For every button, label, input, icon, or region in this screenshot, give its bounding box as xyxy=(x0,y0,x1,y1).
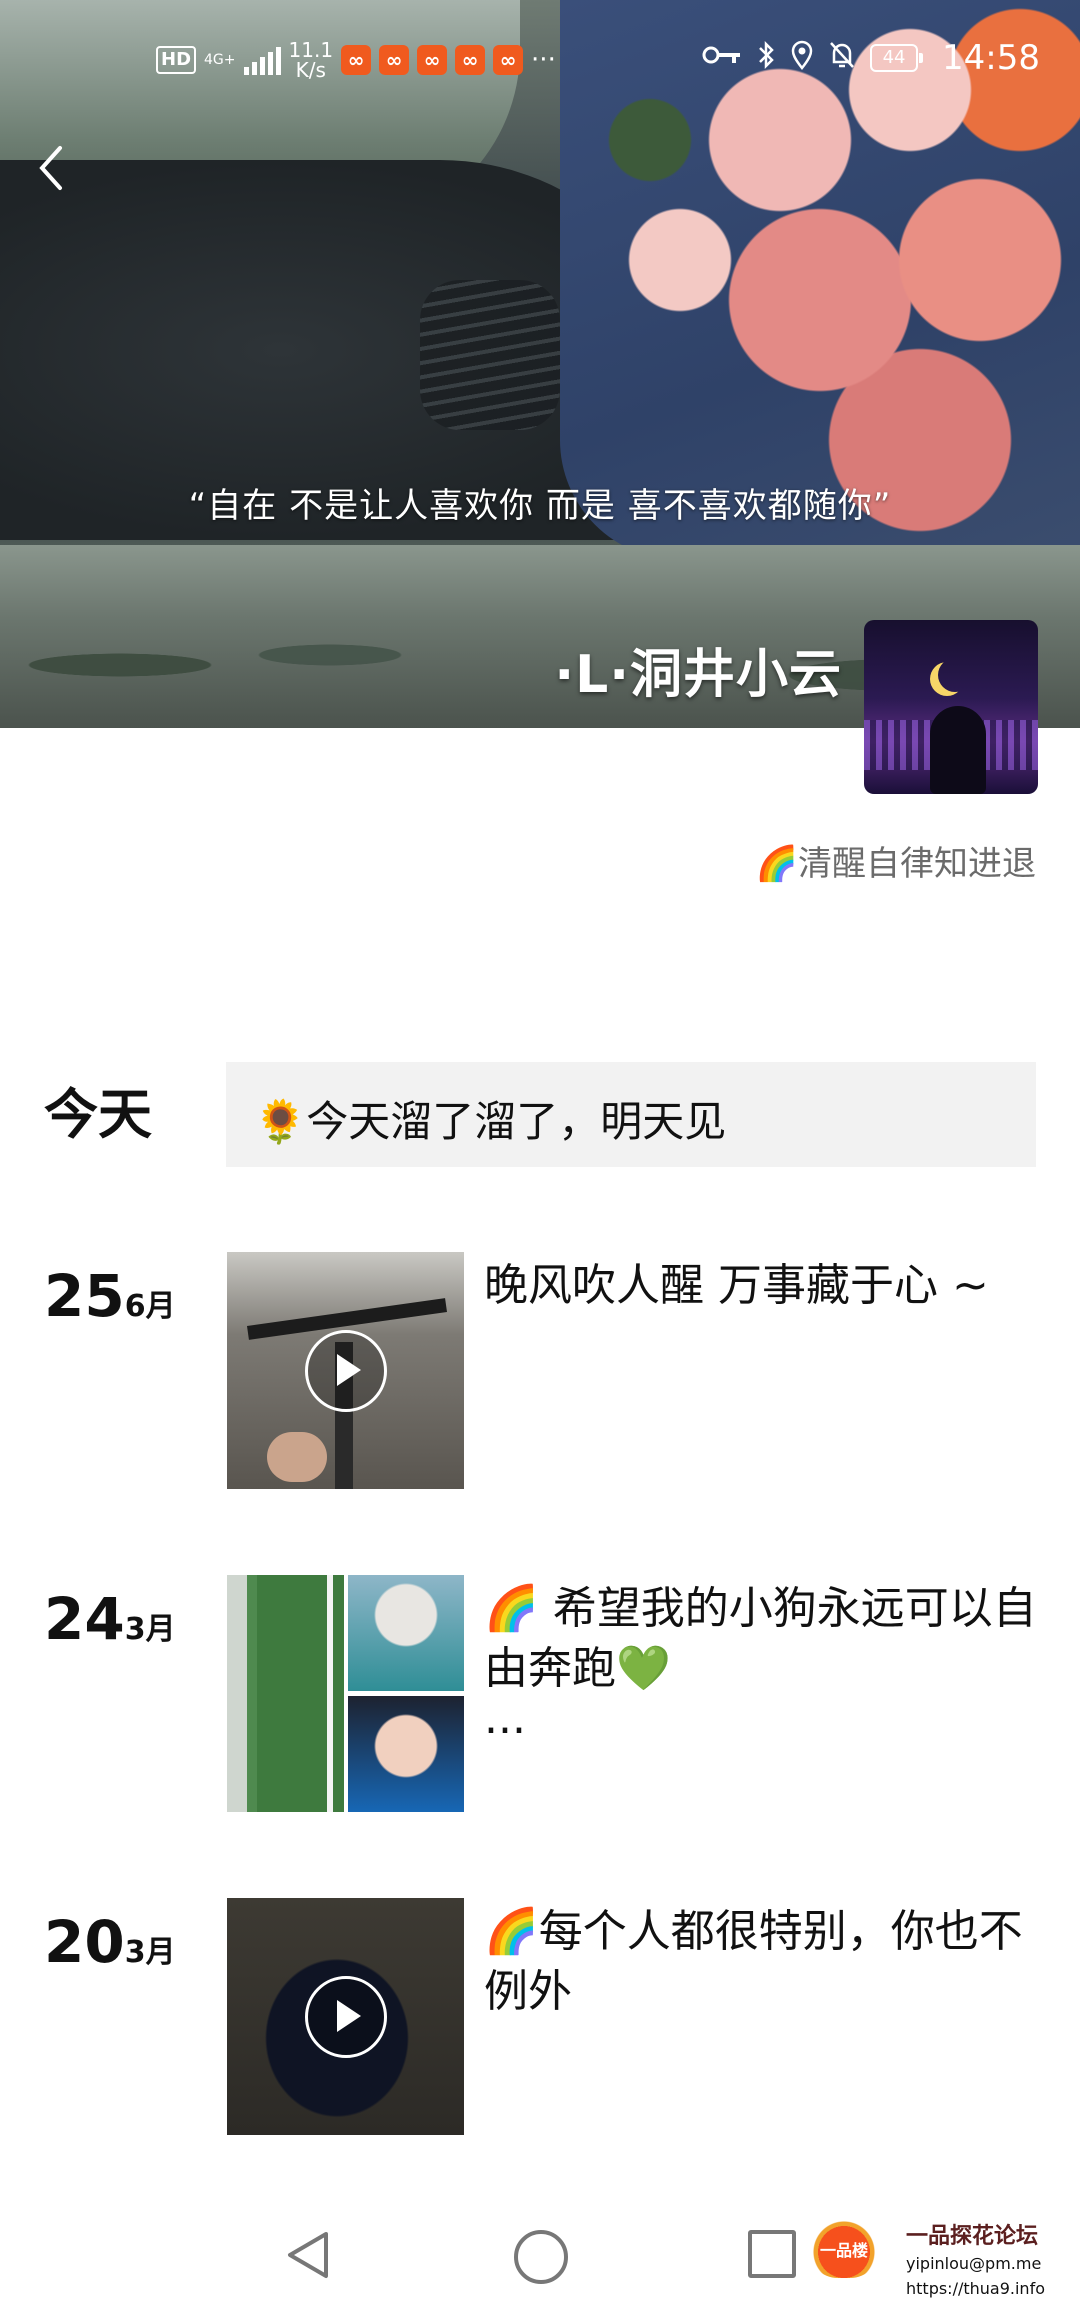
signal-icon xyxy=(243,45,281,75)
video-thumbnail[interactable] xyxy=(227,1252,464,1489)
date-label: 今天 xyxy=(44,1083,152,1146)
cover-image[interactable]: “自在 不是让人喜欢你 而是 喜不喜欢都随你” xyxy=(0,0,1080,728)
network-speed: 11.1 K/s xyxy=(289,40,334,80)
hd-icon: HD xyxy=(156,46,197,74)
status-bar: HD 4G+ 11.1 K/s ∞ ∞ ∞ ∞ ∞ ··· 44 14:58 xyxy=(0,34,1080,90)
watermark-logo: 一品楼 xyxy=(808,2218,880,2278)
feed-item-today[interactable]: 今天 🌻今天溜了溜了，明天见 xyxy=(0,1062,1080,1172)
post-text-body: 🌈 希望我的小狗永远可以自由奔跑💚 xyxy=(484,1583,1037,1694)
profile-nickname: ·L·洞井小云 xyxy=(554,645,842,705)
nav-recent-icon[interactable] xyxy=(748,2230,796,2278)
date-month: 3月 xyxy=(124,1612,176,1647)
clock: 14:58 xyxy=(942,38,1040,78)
location-icon xyxy=(790,40,814,77)
app-notification-icon: ∞ xyxy=(379,45,410,75)
photo-collage-thumbnail[interactable] xyxy=(227,1575,464,1812)
date-month: 3月 xyxy=(124,1935,176,1970)
post-text: 🌈每个人都很特别，你也不例外 xyxy=(484,1906,1023,2017)
post-text-more: ... xyxy=(484,1693,526,1744)
app-notification-icon: ∞ xyxy=(341,45,372,75)
watermark-text: 一品探花论坛 yipinlou@pm.me https://thua9.info xyxy=(906,2218,1076,2298)
photo-dog-on-track xyxy=(227,1575,344,1812)
feed-item[interactable]: 203月 🌈每个人都很特别，你也不例外 xyxy=(0,1898,1080,2138)
network-type: 4G+ xyxy=(204,52,236,68)
back-button[interactable] xyxy=(30,138,80,198)
speed-unit: K/s xyxy=(295,58,326,82)
profile-avatar[interactable] xyxy=(864,620,1038,794)
avatar-moon xyxy=(938,658,972,692)
profile-signature: 🌈清醒自律知进退 xyxy=(755,844,1036,884)
watermark-url: https://thua9.info xyxy=(906,2279,1045,2298)
key-icon xyxy=(702,43,742,74)
photo-selfie xyxy=(348,1696,464,1812)
nav-back-button[interactable] xyxy=(284,2228,332,2286)
system-nav-bar: 一品楼 一品探花论坛 yipinlou@pm.me https://thua9.… xyxy=(0,2200,1080,2310)
post-text: 🌻今天溜了溜了，明天见 xyxy=(254,1097,727,1146)
nav-home-icon[interactable] xyxy=(514,2230,568,2284)
more-notifications: ··· xyxy=(531,45,556,75)
watermark-title: 一品探花论坛 xyxy=(906,2224,1039,2249)
bluetooth-icon xyxy=(756,40,776,77)
app-notification-icon: ∞ xyxy=(493,45,524,75)
feed-item[interactable]: 243月 🌈 希望我的小狗永远可以自由奔跑💚 ... xyxy=(0,1575,1080,1815)
date-day: 24 xyxy=(44,1585,125,1653)
post-date: 203月 xyxy=(44,1908,176,1976)
feed-item[interactable]: 256月 晚风吹人醒 万事藏于心 ~ xyxy=(0,1252,1080,1492)
back-arrow-icon xyxy=(39,146,62,190)
avatar-figure xyxy=(930,706,986,794)
post-date: 今天 xyxy=(44,1070,152,1149)
cover-caption: “自在 不是让人喜欢你 而是 喜不喜欢都随你” xyxy=(188,486,892,526)
date-month: 6月 xyxy=(124,1289,176,1324)
battery-icon: 44 xyxy=(870,44,924,72)
post-date: 256月 xyxy=(44,1262,176,1330)
play-icon xyxy=(305,1976,387,2058)
cover-air-vent xyxy=(420,280,560,430)
app-notification-icon: ∞ xyxy=(417,45,448,75)
photo-dog-closeup xyxy=(348,1575,464,1691)
video-thumbnail[interactable] xyxy=(227,1898,464,2135)
text-post-card[interactable]: 🌻今天溜了溜了，明天见 xyxy=(226,1062,1036,1167)
hand xyxy=(267,1432,327,1482)
play-icon xyxy=(305,1330,387,1412)
date-day: 25 xyxy=(44,1262,125,1330)
mute-bell-icon xyxy=(828,40,856,77)
nav-back-icon xyxy=(288,2232,328,2278)
post-date: 243月 xyxy=(44,1585,176,1653)
watermark-email: yipinlou@pm.me xyxy=(906,2254,1042,2273)
speed-value: 11.1 xyxy=(288,38,334,62)
post-text: 晚风吹人醒 万事藏于心 ~ xyxy=(484,1260,989,1311)
app-notification-icon: ∞ xyxy=(455,45,486,75)
date-day: 20 xyxy=(44,1908,125,1976)
post-text: 🌈 希望我的小狗永远可以自由奔跑💚 ... xyxy=(484,1579,1044,1744)
